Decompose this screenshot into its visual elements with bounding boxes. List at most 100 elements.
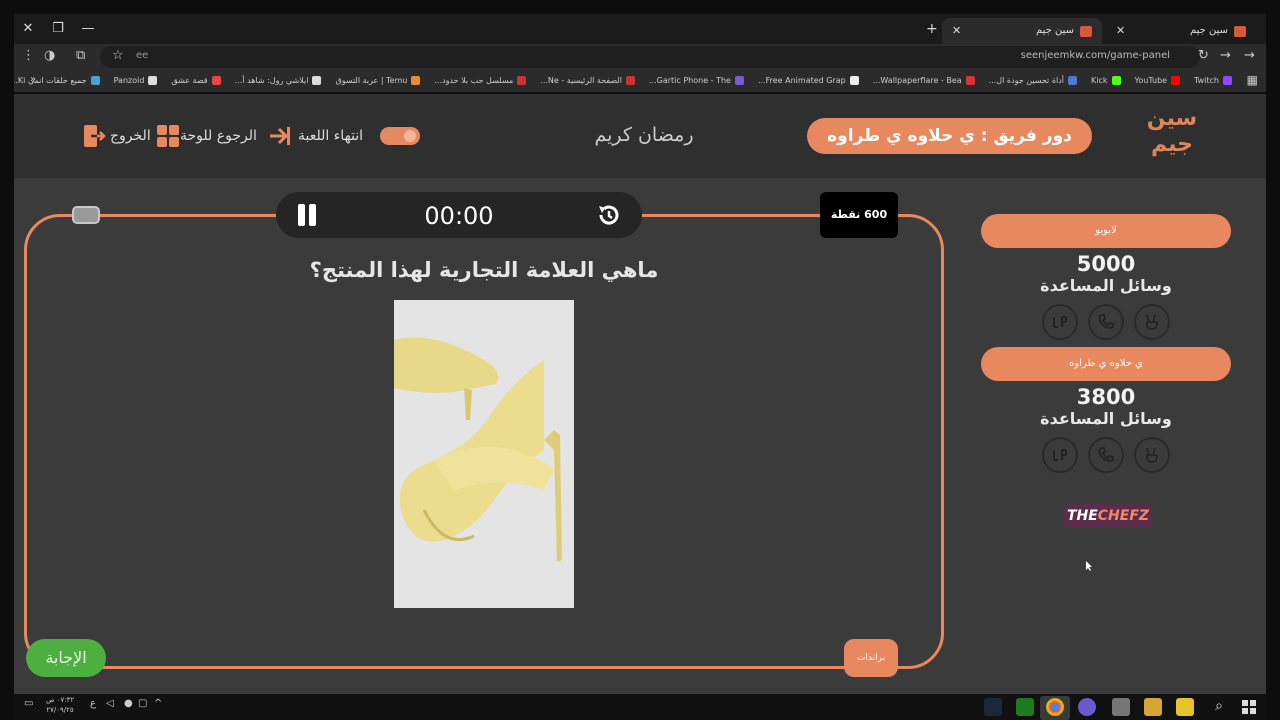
store-icon[interactable] [1112,698,1130,716]
seen-jeem-logo[interactable]: سين جيم [1142,106,1202,168]
xbox-icon[interactable] [1016,698,1034,716]
search-icon[interactable]: ⌕ [1210,698,1228,716]
clock-time: ٠٧:٣٢ ص [46,696,75,704]
forward-icon[interactable]: → [1220,48,1231,63]
phone-call-icon[interactable] [1088,437,1124,473]
sponsor-logo[interactable]: THECHEFZ [1064,504,1152,528]
bookmark-item[interactable]: Temu | عربة التسوق [335,70,421,92]
arrow-right-icon[interactable] [267,124,291,148]
timer-display: 00:00 [424,202,494,230]
logo-line-2: جيم [1150,132,1194,157]
greeting-text: رمضان كريم [594,124,694,146]
sponsor-part-1: THE [1066,508,1098,524]
url-text[interactable]: seenjeemkw.com/game-panel [1021,50,1170,61]
bookmark-item[interactable]: جميع حلقات انمي Ki... [14,70,100,92]
address-bar-row: ⋮ ◑ ⧉ ☆ ee seenjeemkw.com/game-panel ↻ →… [14,44,1266,70]
victory-hand-icon[interactable] [1134,304,1170,340]
steam-icon[interactable] [984,698,1002,716]
bookmark-item[interactable]: Free Animated Grap... [758,70,859,92]
category-brands-button[interactable]: براندات [844,639,898,677]
logo-line-1: سين [1146,106,1198,131]
bookmark-item[interactable]: Kick [1091,70,1121,92]
team-score: 5000 [1076,252,1136,276]
question-text: ماهي العلامة التجارية لهذا المنتج؟ [309,258,659,282]
exit-door-icon[interactable] [82,124,106,148]
team-name: ي حلاوه ي طراوه [981,347,1231,381]
current-turn-badge: دور فريق : ي حلاوه ي طراوه [807,118,1092,154]
windows-start-icon[interactable] [1240,698,1258,716]
close-window-icon[interactable]: ✕ [18,19,38,39]
bookmark-item[interactable]: مسلسل حب بلا حدود... [434,70,527,92]
board-grid-icon[interactable] [156,124,180,148]
profile-icon[interactable]: ◑ [44,48,55,63]
site-favicon-icon [1080,26,1092,37]
language-indicator[interactable]: ع [90,698,96,709]
product-image [394,300,574,608]
question-points: 600 نقطة [820,192,898,238]
exit-button[interactable]: الخروج [110,124,151,148]
bookmark-item[interactable]: Gartic Phone - The... [649,70,744,92]
bookmark-item[interactable]: YouTube [1135,70,1181,92]
clock-date: ٢٧/٠٩/٢٥ [46,706,74,714]
reset-timer-icon[interactable] [596,202,622,228]
game-page: سين جيم دور فريق : ي حلاوه ي طراوه رمضان… [14,94,1266,694]
end-game-button[interactable]: انتهاء اللعبة [298,124,363,148]
tab-title: سين جيم [1035,25,1074,36]
bookmark-item[interactable]: أداة تحسين جودة ال... [989,70,1078,92]
tray-expand-icon[interactable]: ^ [154,698,162,709]
back-to-board-button[interactable]: الرجوع للوحة [180,124,257,148]
team-card-1: لابوبو 5000 وسائل المساعدة [981,214,1231,340]
tab-close-icon[interactable]: ✕ [1116,18,1125,44]
tab-close-icon[interactable]: ✕ [952,18,961,44]
restore-window-icon[interactable]: ❐ [48,19,68,39]
more-bookmarks-icon[interactable]: » [30,74,36,85]
discord-icon[interactable] [1078,698,1096,716]
two-answers-icon[interactable] [1042,437,1078,473]
bookmark-item[interactable]: قصة عشق [171,70,221,92]
minimize-window-icon[interactable]: — [78,19,98,39]
os-taskbar: ▭ ٠٧:٣٢ ص ٢٧/٠٩/٢٥ ع ◁ ● ▢ ^ ⌕ [14,694,1266,720]
network-icon[interactable]: ▢ [138,698,147,709]
help-tools-row [981,437,1231,473]
volume-icon[interactable]: ◁ [106,698,114,709]
help-tools-row [981,304,1231,340]
bookmark-item[interactable]: الصفحة الرئيسية - Ne... [540,70,635,92]
notification-icon[interactable]: ▭ [24,698,33,709]
sticky-notes-icon[interactable] [1176,698,1194,716]
end-game-toggle[interactable] [380,127,420,145]
extensions-icon[interactable]: ⧉ [76,48,85,63]
team-score: 3800 [1076,385,1136,409]
show-answer-button[interactable]: الإجابة [26,639,106,677]
team-card-2: ي حلاوه ي طراوه 3800 وسائل المساعدة [981,347,1231,473]
bookmark-item[interactable]: Wallpaperflare - Bea... [873,70,975,92]
site-label: ee [136,50,149,61]
chrome-icon[interactable] [1046,698,1064,716]
menu-dots-icon[interactable]: ⋮ [22,48,35,63]
back-icon[interactable]: → [1244,48,1255,63]
microphone-icon[interactable]: ● [124,698,133,709]
bookmark-item[interactable]: Twitch [1194,70,1232,92]
keyboard-icon[interactable] [72,206,100,224]
tab-title: سين جيم [1189,25,1228,36]
tab-active[interactable]: سين جيم ✕ [942,18,1102,44]
new-tab-button[interactable]: + [926,21,938,37]
tab-inactive[interactable]: سين جيم ✕ [1106,18,1256,44]
two-answers-icon[interactable] [1042,304,1078,340]
toggle-knob [404,130,416,142]
victory-hand-icon[interactable] [1134,437,1170,473]
bookmarks-bar: ▦ Twitch YouTube Kick أداة تحسين جودة ال...… [14,70,1266,92]
apps-grid-icon[interactable]: ▦ [1247,73,1258,87]
bookmark-item[interactable]: ايلاشي رول: شاهد أ... [235,70,322,92]
taskbar-clock[interactable]: ٠٧:٣٢ ص ٢٧/٠٩/٢٥ [46,695,74,715]
sponsor-part-2: CHEFZ [1097,508,1150,524]
url-bar[interactable]: ☆ ee seenjeemkw.com/game-panel [100,46,1200,68]
help-tools-label: وسائل المساعدة [1040,409,1172,428]
bookmark-item[interactable]: Panzoid [114,70,158,92]
team-name: لابوبو [981,214,1231,248]
reload-icon[interactable]: ↻ [1198,48,1209,63]
phone-call-icon[interactable] [1088,304,1124,340]
file-explorer-icon[interactable] [1144,698,1162,716]
help-tools-label: وسائل المساعدة [1040,276,1172,295]
bookmark-star-icon[interactable]: ☆ [112,48,124,63]
game-header: سين جيم دور فريق : ي حلاوه ي طراوه رمضان… [14,94,1266,178]
